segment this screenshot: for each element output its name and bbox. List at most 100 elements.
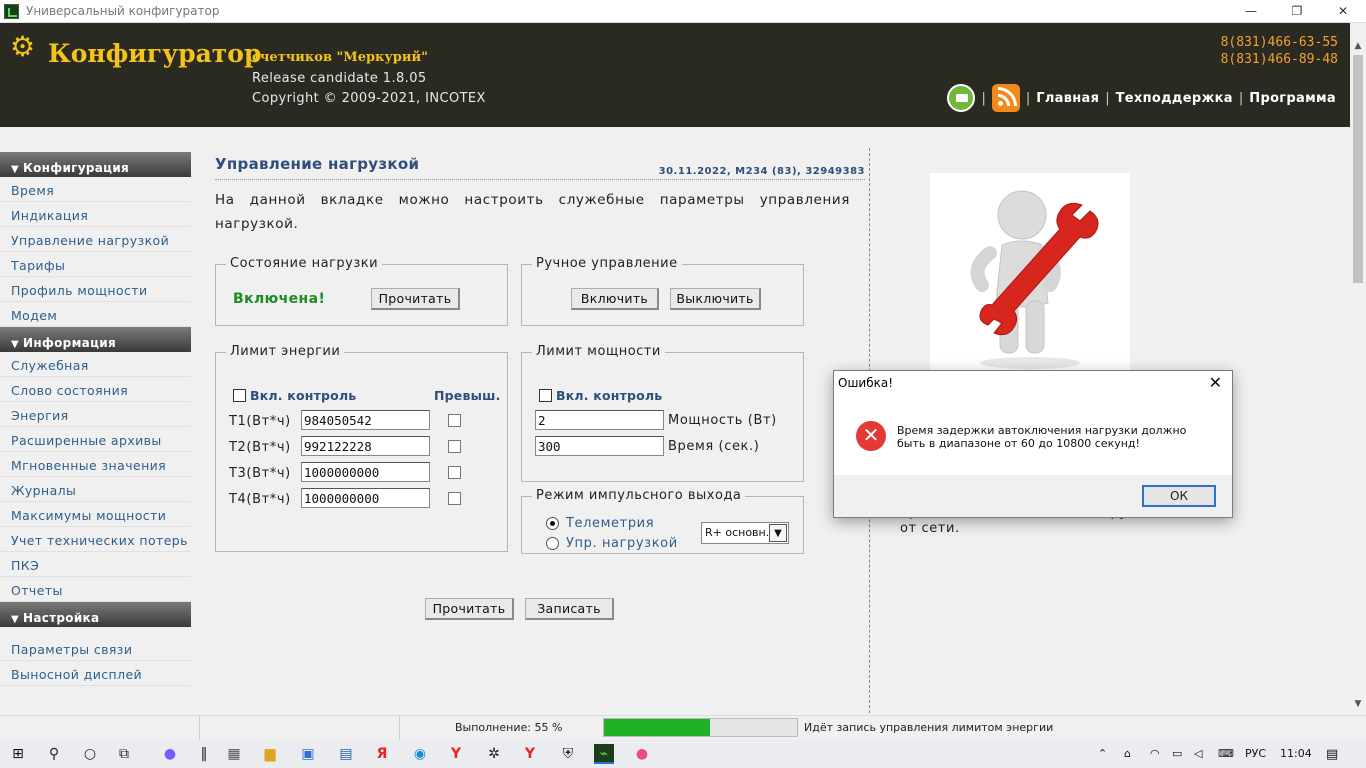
yandex-browser-2-icon[interactable]: Y <box>520 744 540 764</box>
sidebar-item-pqe[interactable]: ПКЭ <box>0 552 191 577</box>
vertical-scrollbar[interactable]: ▲ ▼ <box>1350 23 1366 715</box>
t1-exceed-checkbox[interactable] <box>448 414 461 427</box>
print-icon[interactable] <box>947 84 976 112</box>
sidebar-item-logs[interactable]: Журналы <box>0 477 191 502</box>
paint-icon[interactable]: ● <box>632 744 652 764</box>
sidebar-item-losses[interactable]: Учет технических потерь <box>0 527 191 552</box>
support-illustration <box>930 173 1130 373</box>
sidebar-item-power-max[interactable]: Максимумы мощности <box>0 502 191 527</box>
sidebar-item-time[interactable]: Время <box>0 177 191 202</box>
pulse-source-select[interactable]: R+ основн. ▼ <box>701 522 789 544</box>
nav-separator: | <box>1238 90 1244 106</box>
rss-icon[interactable] <box>991 84 1020 112</box>
load-control-radio[interactable] <box>546 537 559 550</box>
energy-control-checkbox[interactable] <box>233 389 246 402</box>
group-legend: Состояние нагрузки <box>226 256 383 271</box>
sidebar-item-energy[interactable]: Энергия <box>0 402 191 427</box>
t4-label: T4(Вт*ч) <box>229 492 291 507</box>
edge-icon[interactable]: ◉ <box>410 744 430 764</box>
windows-start-icon[interactable]: ⊞ <box>8 744 28 764</box>
nav-link-program[interactable]: Программа <box>1249 91 1336 106</box>
t3-exceed-checkbox[interactable] <box>448 466 461 479</box>
progress-bar <box>603 718 798 737</box>
power-input[interactable]: 2 <box>535 410 664 430</box>
t4-input[interactable]: 1000000000 <box>301 488 430 508</box>
sidebar-item-indication[interactable]: Индикация <box>0 202 191 227</box>
t2-exceed-checkbox[interactable] <box>448 440 461 453</box>
scroll-thumb[interactable] <box>1353 55 1363 283</box>
minimize-button[interactable]: — <box>1228 0 1274 22</box>
sidebar-item-archives[interactable]: Расширенные архивы <box>0 427 191 452</box>
configurator-app-icon[interactable]: ⌁ <box>594 744 614 764</box>
power-control-checkbox[interactable] <box>539 389 552 402</box>
alice-icon[interactable]: ● <box>160 744 180 764</box>
t1-input[interactable]: 984050542 <box>301 410 430 430</box>
sidebar-item-service[interactable]: Служебная <box>0 352 191 377</box>
shield-icon[interactable]: ⛨ <box>558 744 578 764</box>
sidebar-item-connection[interactable]: Параметры связи <box>0 636 191 661</box>
sidebar-item-tariffs[interactable]: Тарифы <box>0 252 191 277</box>
sidebar-item-load-control[interactable]: Управление нагрузкой <box>0 227 191 252</box>
restore-button[interactable]: ❐ <box>1274 0 1320 22</box>
tray-expand-icon[interactable]: ⌃ <box>1098 747 1107 760</box>
sidebar: ▼ Конфигурация Время Индикация Управление… <box>0 152 191 686</box>
t2-label: T2(Вт*ч) <box>229 440 291 455</box>
scroll-down-icon[interactable]: ▼ <box>1350 699 1366 709</box>
notifications-icon[interactable]: ▤ <box>1326 747 1338 762</box>
brand-subtitle: счетчиков "Меркурий" <box>252 50 428 65</box>
power-control-label: Вкл. контроль <box>556 388 663 403</box>
ok-button[interactable]: ОК <box>1142 485 1216 507</box>
sidebar-item-remote-display[interactable]: Выносной дисплей <box>0 661 191 686</box>
load-control-label[interactable]: Упр. нагрузкой <box>566 536 678 551</box>
sidebar-item-modem[interactable]: Модем <box>0 302 191 327</box>
telemetry-radio[interactable] <box>546 517 559 530</box>
search-icon[interactable]: ⚲ <box>44 744 64 764</box>
sidebar-item-instant-values[interactable]: Мгновенные значения <box>0 452 191 477</box>
sidebar-section-config[interactable]: ▼ Конфигурация <box>0 152 191 177</box>
close-window-button[interactable]: ✕ <box>1320 0 1366 22</box>
battery-icon[interactable]: ▭ <box>1172 747 1182 760</box>
task-view-icon[interactable]: ⧉ <box>114 744 134 764</box>
telemetry-label[interactable]: Телеметрия <box>566 516 654 531</box>
yandex-browser-icon[interactable]: Y <box>446 744 466 764</box>
wifi-icon[interactable]: ◠ <box>1150 747 1160 760</box>
load-status-text: Включена! <box>233 291 326 307</box>
calculator-icon[interactable]: ▦ <box>224 744 244 764</box>
volume-icon[interactable]: ◁ <box>1194 747 1202 760</box>
sidebar-section-info[interactable]: ▼ Информация <box>0 327 191 352</box>
nav-separator: | <box>981 90 986 106</box>
dialog-close-icon[interactable]: ✕ <box>1209 373 1222 392</box>
sidebar-item-reports[interactable]: Отчеты <box>0 577 191 602</box>
taskbar: ⊞ ⚲ ○ ⧉ ● ‖ ▦ ▆ ▣ ▤ Я ◉ Y ✲ Y ⛨ ⌁ ● ⌃ ⌂ … <box>0 740 1366 768</box>
folder-icon[interactable]: ▆ <box>260 744 280 764</box>
nav-link-home[interactable]: Главная <box>1036 91 1099 106</box>
load-off-button[interactable]: Выключить <box>670 288 761 310</box>
scroll-up-icon[interactable]: ▲ <box>1350 41 1366 51</box>
chevron-down-icon: ▼ <box>769 524 787 542</box>
app-icon <box>4 4 19 19</box>
t4-exceed-checkbox[interactable] <box>448 492 461 505</box>
clock[interactable]: 11:04 <box>1280 747 1312 760</box>
t3-label: T3(Вт*ч) <box>229 466 291 481</box>
keyboard-icon[interactable]: ⌨ <box>1218 747 1234 760</box>
read-load-state-button[interactable]: Прочитать <box>371 288 460 310</box>
language-indicator[interactable]: РУС <box>1245 747 1266 760</box>
sidebar-section-settings[interactable]: ▼ Настройка <box>0 602 191 627</box>
yandex-icon[interactable]: Я <box>372 744 392 764</box>
cortana-icon[interactable]: ○ <box>80 744 100 764</box>
t2-input[interactable]: 992122228 <box>301 436 430 456</box>
sidebar-item-status-word[interactable]: Слово состояния <box>0 377 191 402</box>
intro-text: На данной вкладке можно настроить служеб… <box>215 192 850 232</box>
window-titlebar: Универсальный конфигуратор — ❐ ✕ <box>0 0 1366 23</box>
nav-link-support[interactable]: Техподдержка <box>1116 91 1233 106</box>
store-icon[interactable]: ▣ <box>298 744 318 764</box>
read-button[interactable]: Прочитать <box>425 598 514 620</box>
tray-app-icon[interactable]: ⌂ <box>1124 747 1131 760</box>
sidebar-item-power-profile[interactable]: Профиль мощности <box>0 277 191 302</box>
write-button[interactable]: Записать <box>525 598 614 620</box>
save-icon[interactable]: ▤ <box>336 744 356 764</box>
t3-input[interactable]: 1000000000 <box>301 462 430 482</box>
load-on-button[interactable]: Включить <box>571 288 659 310</box>
plugin-icon[interactable]: ✲ <box>484 744 504 764</box>
time-input[interactable]: 300 <box>535 436 664 456</box>
